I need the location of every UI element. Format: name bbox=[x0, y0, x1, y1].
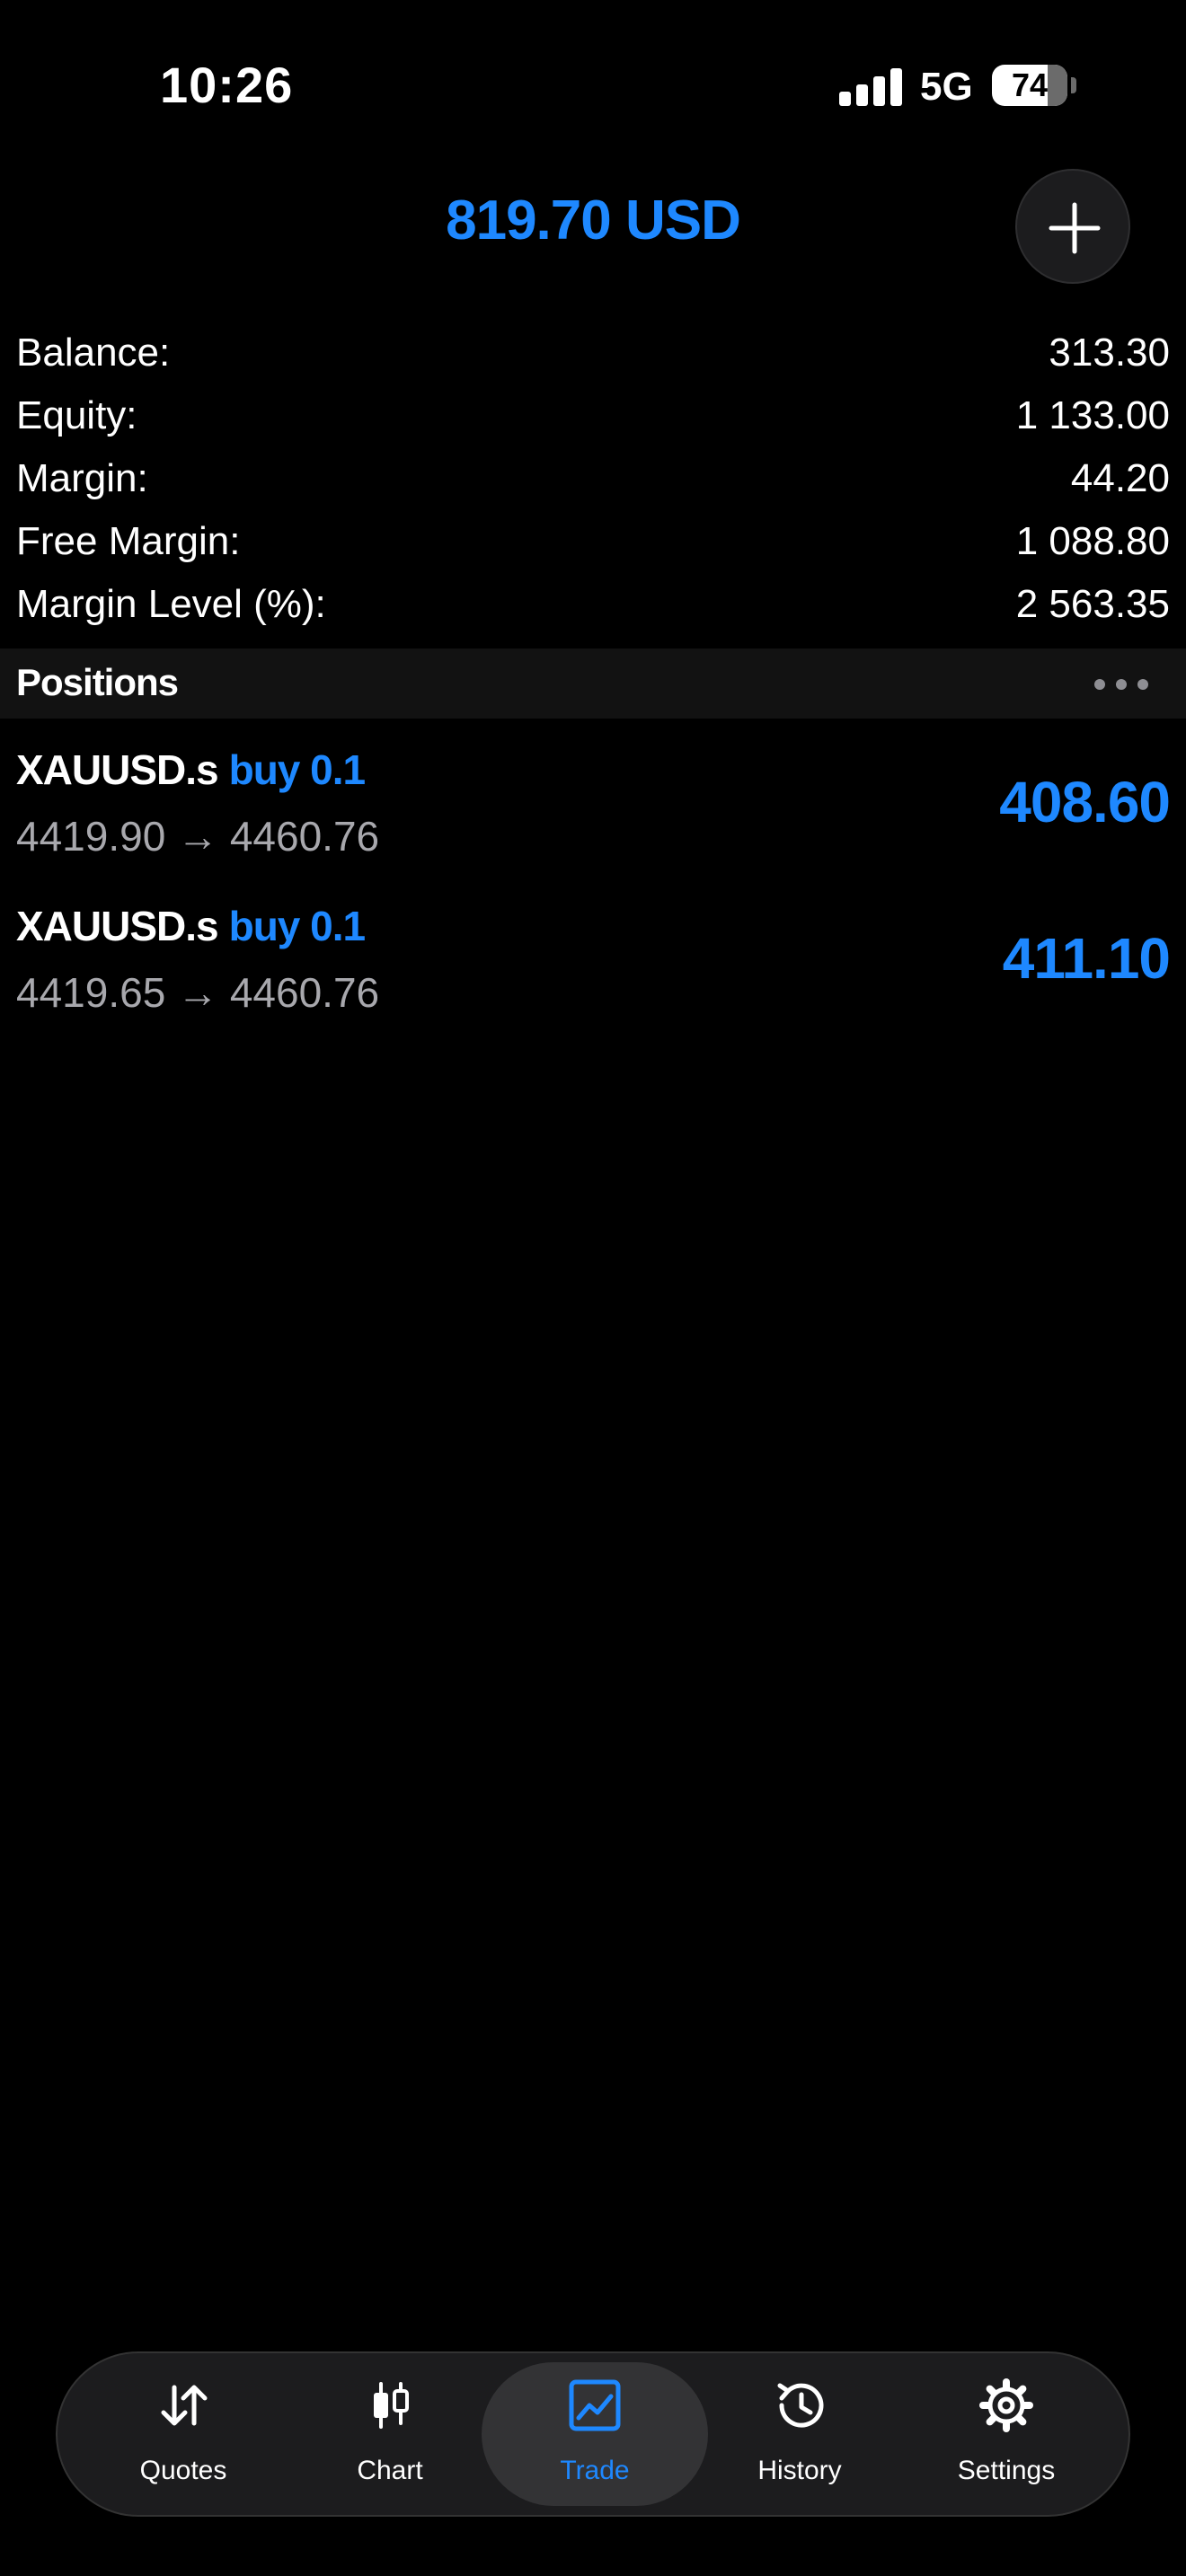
tab-history-label: History bbox=[757, 2456, 842, 2485]
margin-level-label: Margin Level (%): bbox=[16, 582, 326, 626]
margin-level-value: 2 563.35 bbox=[1015, 582, 1170, 626]
free-margin-value: 1 088.80 bbox=[1015, 519, 1170, 563]
candlestick-icon bbox=[374, 2382, 409, 2429]
tab-settings[interactable]: Settings bbox=[893, 2362, 1120, 2506]
positions-section-header: Positions bbox=[0, 648, 1186, 719]
account-profit-title[interactable]: 819.70 USD bbox=[0, 189, 1186, 252]
position-current-price: 4460.76 bbox=[229, 813, 380, 860]
tab-trade-label: Trade bbox=[560, 2456, 630, 2485]
free-margin-label: Free Margin: bbox=[16, 519, 241, 563]
position-side: buy 0.1 bbox=[228, 903, 367, 949]
new-order-button[interactable] bbox=[1015, 169, 1130, 284]
tab-quotes-label: Quotes bbox=[139, 2456, 227, 2485]
status-bar: 10:26 5G 74 bbox=[0, 0, 1186, 171]
more-icon[interactable] bbox=[1094, 674, 1152, 693]
balance-value: 313.30 bbox=[1049, 331, 1170, 375]
network-type: 5G bbox=[920, 65, 973, 109]
tab-trade[interactable]: Trade bbox=[482, 2362, 708, 2506]
account-row-margin-level: Margin Level (%): 2 563.35 bbox=[16, 577, 1170, 640]
tab-quotes[interactable]: Quotes bbox=[70, 2362, 296, 2506]
position-symbol-text: XAUUSD.s bbox=[16, 903, 219, 949]
positions-title: Positions bbox=[16, 661, 179, 703]
position-open-price: 4419.65 bbox=[16, 969, 166, 1016]
plus-icon bbox=[1049, 202, 1101, 254]
account-row-equity: Equity: 1 133.00 bbox=[16, 388, 1170, 451]
quotes-arrows-icon bbox=[161, 2385, 208, 2426]
tab-history[interactable]: History bbox=[686, 2362, 913, 2506]
position-open-price: 4419.90 bbox=[16, 813, 166, 860]
tab-bar: Quotes Chart Trade History Settings bbox=[56, 2351, 1130, 2517]
position-current-price: 4460.76 bbox=[229, 969, 380, 1016]
battery-tip bbox=[1071, 77, 1076, 93]
tab-chart-label: Chart bbox=[357, 2456, 423, 2485]
equity-label: Equity: bbox=[16, 393, 137, 437]
trade-screen: 10:26 5G 74 819.70 USD Balance: 313.30 E… bbox=[0, 0, 1186, 2576]
equity-value: 1 133.00 bbox=[1015, 393, 1170, 437]
position-row[interactable]: XAUUSD.s buy 0.1 4419.65 → 4460.76 411.10 bbox=[0, 882, 1186, 1035]
position-symbol: XAUUSD.s buy 0.1 bbox=[16, 902, 367, 950]
position-prices: 4419.90 → 4460.76 bbox=[16, 812, 379, 860]
tab-chart[interactable]: Chart bbox=[277, 2362, 503, 2506]
position-profit: 411.10 bbox=[1002, 926, 1171, 991]
tab-settings-label: Settings bbox=[957, 2456, 1056, 2485]
status-time: 10:26 bbox=[160, 57, 294, 113]
margin-value: 44.20 bbox=[1070, 456, 1170, 500]
position-symbol-text: XAUUSD.s bbox=[16, 746, 219, 793]
battery-level: 74 bbox=[1011, 66, 1049, 103]
cellular-signal-icon bbox=[839, 66, 902, 106]
account-row-free-margin: Free Margin: 1 088.80 bbox=[16, 514, 1170, 577]
battery-icon: 74 bbox=[992, 65, 1067, 106]
position-side: buy 0.1 bbox=[228, 746, 367, 793]
account-row-balance: Balance: 313.30 bbox=[16, 325, 1170, 388]
margin-label: Margin: bbox=[16, 456, 148, 500]
arrow-right-icon: → bbox=[177, 969, 219, 1016]
arrow-right-icon: → bbox=[177, 813, 219, 860]
account-summary: Balance: 313.30 Equity: 1 133.00 Margin:… bbox=[16, 325, 1170, 640]
history-clock-icon bbox=[777, 2383, 824, 2428]
position-prices: 4419.65 → 4460.76 bbox=[16, 968, 379, 1017]
position-row[interactable]: XAUUSD.s buy 0.1 4419.90 → 4460.76 408.60 bbox=[0, 726, 1186, 878]
trade-chart-icon bbox=[569, 2379, 621, 2431]
position-profit: 408.60 bbox=[999, 770, 1171, 834]
balance-label: Balance: bbox=[16, 331, 171, 375]
position-symbol: XAUUSD.s buy 0.1 bbox=[16, 745, 367, 794]
gear-icon bbox=[979, 2378, 1033, 2432]
account-row-margin: Margin: 44.20 bbox=[16, 451, 1170, 514]
